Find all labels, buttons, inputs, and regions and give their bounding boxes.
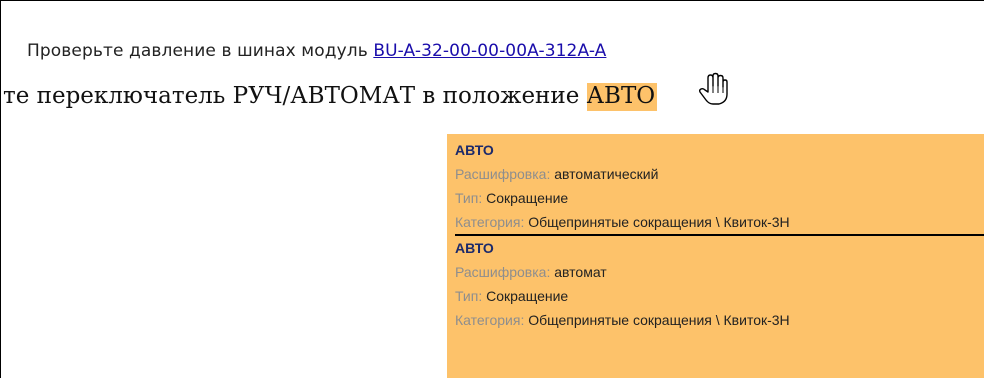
type-label: Тип: bbox=[455, 288, 483, 304]
entry-term: АВТО bbox=[455, 240, 494, 256]
text-line-tire-pressure: Проверьте давление в шинах модуль BU-A-3… bbox=[27, 41, 606, 61]
line2-text: те переключатель РУЧ/АВТОМАТ в положение bbox=[3, 83, 580, 109]
type-value: Сокращение bbox=[486, 190, 569, 206]
decoding-label: Расшифровка: bbox=[455, 264, 551, 280]
entry-decoding: Расшифровка: автоматический bbox=[455, 162, 984, 186]
category-label: Категория: bbox=[455, 312, 525, 328]
document-viewport: Проверьте давление в шинах модуль BU-A-3… bbox=[0, 0, 984, 378]
category-label: Категория: bbox=[455, 214, 525, 230]
type-value: Сокращение bbox=[486, 288, 569, 304]
decoding-label: Расшифровка: bbox=[455, 166, 551, 182]
entry-decoding: Расшифровка: автомат bbox=[455, 260, 984, 284]
tooltip-entry: АВТО Расшифровка: автоматический Тип: Со… bbox=[447, 134, 984, 234]
category-value: Общепринятые сокращения \ Квиток-3Н bbox=[528, 312, 790, 328]
type-label: Тип: bbox=[455, 190, 483, 206]
category-value: Общепринятые сокращения \ Квиток-3Н bbox=[528, 214, 790, 230]
decoding-value: автомат bbox=[554, 264, 607, 280]
entry-type: Тип: Сокращение bbox=[455, 284, 984, 308]
tooltip-entry: АВТО Расшифровка: автомат Тип: Сокращени… bbox=[447, 236, 984, 332]
entry-term: АВТО bbox=[455, 142, 494, 158]
entry-category: Категория: Общепринятые сокращения \ Кви… bbox=[455, 210, 984, 234]
module-link[interactable]: BU-A-32-00-00-00A-312A-A bbox=[373, 41, 606, 61]
hand-pointer-icon bbox=[698, 72, 728, 105]
decoding-value: автоматический bbox=[554, 166, 659, 182]
text-line-switch: те переключатель РУЧ/АВТОМАТ в положение… bbox=[3, 83, 658, 111]
abbreviation-tooltip: АВТО Расшифровка: автоматический Тип: Со… bbox=[447, 134, 984, 378]
highlighted-abbreviation[interactable]: АВТО bbox=[586, 83, 658, 111]
line1-text: Проверьте давление в шинах модуль bbox=[27, 41, 368, 61]
entry-type: Тип: Сокращение bbox=[455, 186, 984, 210]
entry-category: Категория: Общепринятые сокращения \ Кви… bbox=[455, 308, 984, 332]
